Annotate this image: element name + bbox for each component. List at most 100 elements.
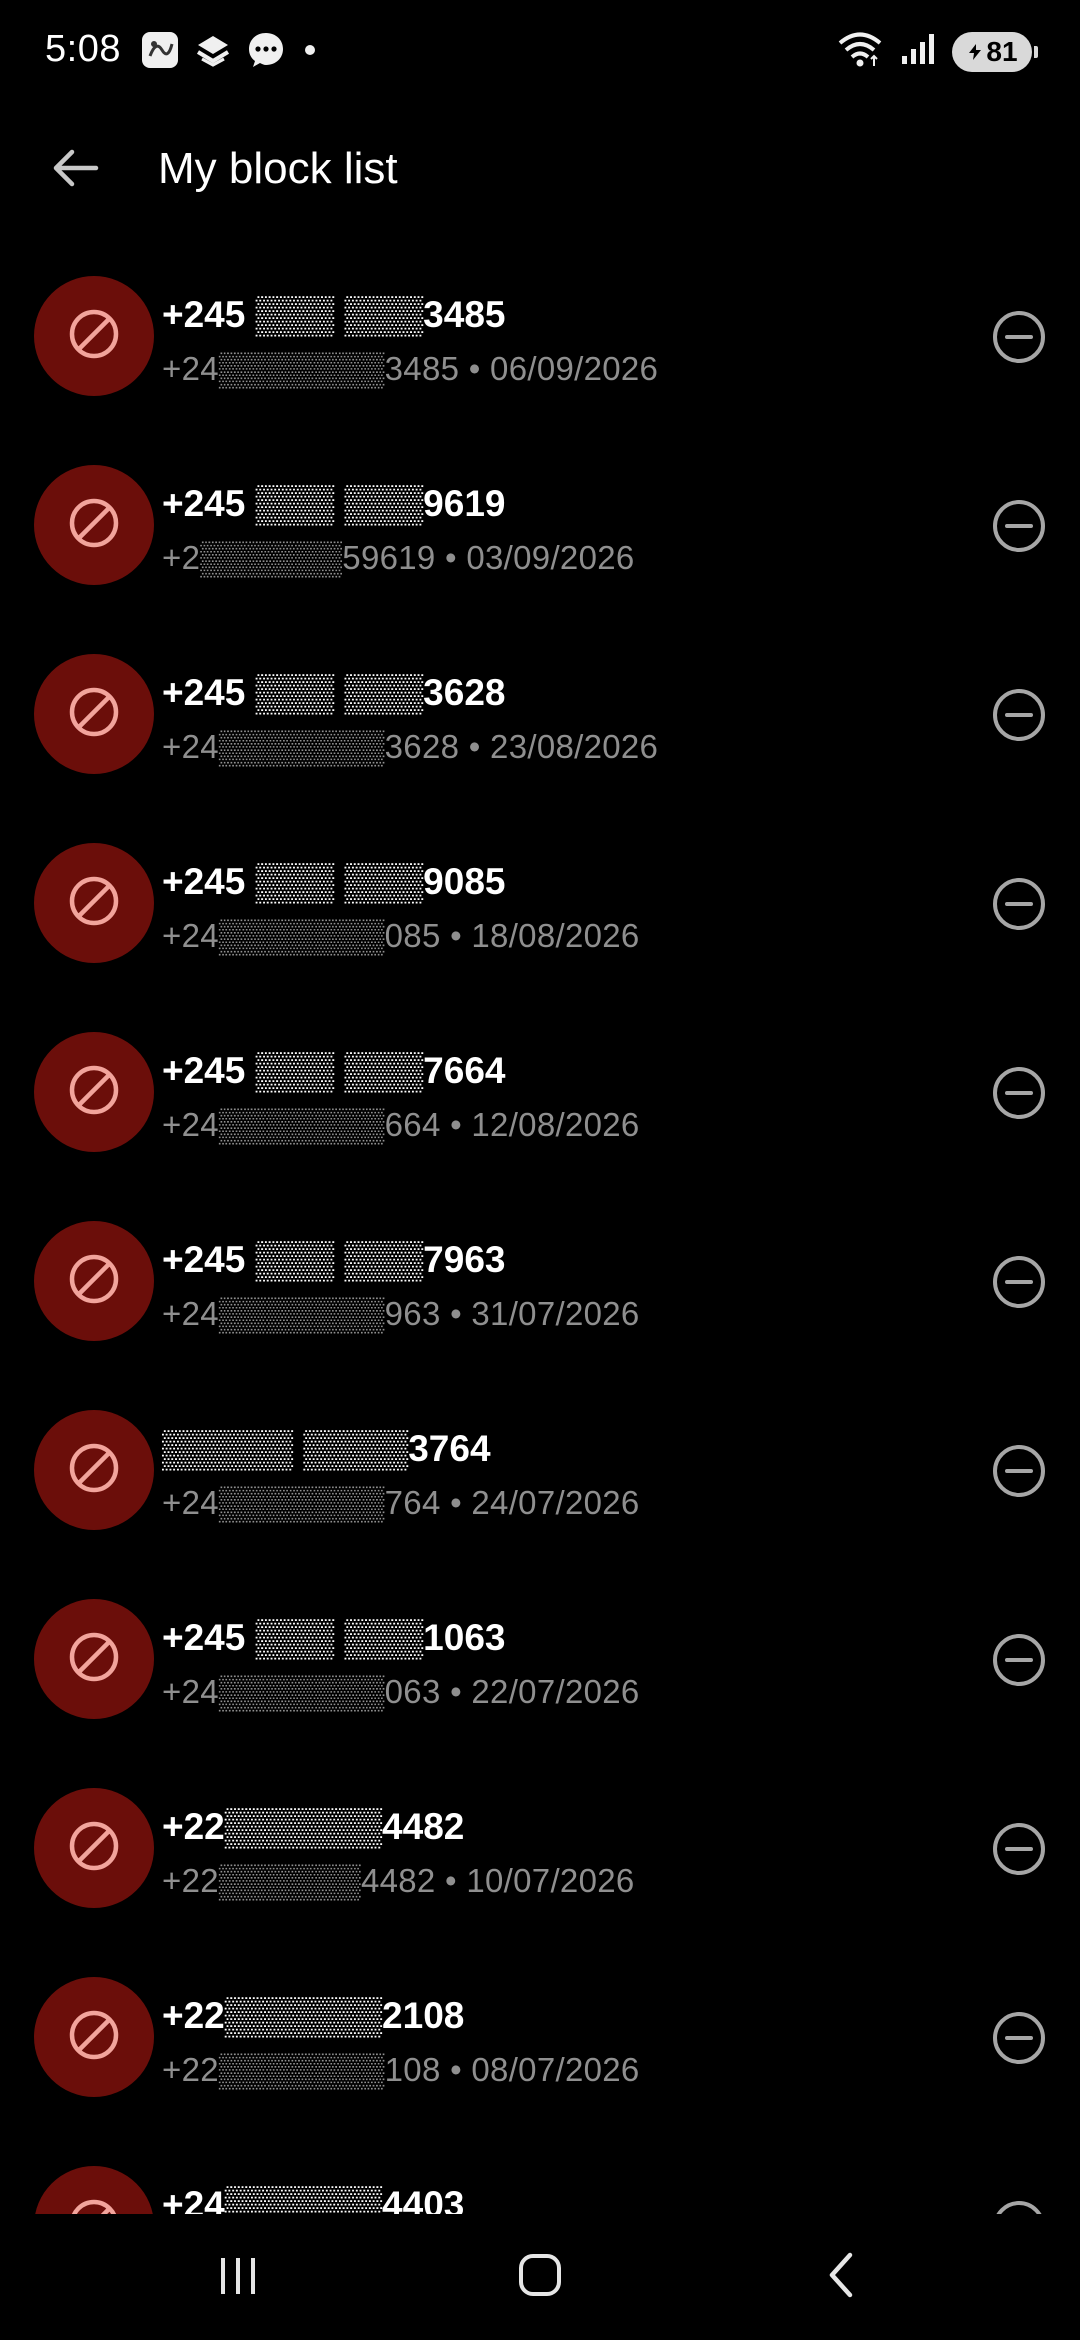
block-icon bbox=[64, 682, 124, 747]
blocked-avatar bbox=[34, 1977, 154, 2097]
unblock-button[interactable] bbox=[984, 871, 1054, 941]
blocked-number-row[interactable]: +245 ▒▒▒ ▒▒▒1063 +24▒▒▒▒▒▒▒063 • 22/07/20… bbox=[0, 1567, 1080, 1756]
blocked-number-row[interactable]: +245 ▒▒▒ ▒▒▒7664 +24▒▒▒▒▒▒▒664 • 12/08/20… bbox=[0, 1000, 1080, 1189]
cellular-signal-icon bbox=[898, 30, 938, 73]
unblock-button[interactable] bbox=[984, 2005, 1054, 2075]
unblock-button[interactable] bbox=[984, 493, 1054, 563]
blocked-number-row[interactable]: +245 ▒▒▒ ▒▒▒3628 +24▒▒▒▒▒▒▒3628 • 23/08/2… bbox=[0, 622, 1080, 811]
status-notification-icons bbox=[140, 30, 320, 75]
remove-circle-icon bbox=[991, 1443, 1047, 1504]
blocked-number: +22▒▒▒▒▒▒2108 bbox=[162, 1995, 465, 2036]
block-icon bbox=[64, 2005, 124, 2070]
unblock-button[interactable] bbox=[984, 682, 1054, 752]
blocked-number: +22▒▒▒▒▒▒4482 bbox=[162, 1806, 465, 1847]
app-header: My block list bbox=[0, 120, 1080, 220]
blocked-number-row[interactable]: +22▒▒▒▒▒▒2108 +22▒▒▒▒▒▒▒108 • 08/07/2026 bbox=[0, 1945, 1080, 2134]
remove-circle-icon bbox=[991, 687, 1047, 748]
arrow-left-icon bbox=[50, 146, 100, 195]
blocked-number-detail: +24▒▒▒▒▒▒▒664 • 12/08/2026 bbox=[162, 1106, 640, 1143]
blocked-number-detail: +22▒▒▒▒▒▒▒108 • 08/07/2026 bbox=[162, 2051, 640, 2088]
block-icon bbox=[64, 1249, 124, 1314]
block-icon bbox=[64, 1627, 124, 1692]
unblock-button[interactable] bbox=[984, 1816, 1054, 1886]
battery-level: 81 bbox=[986, 35, 1018, 67]
blocked-number: +245 ▒▒▒ ▒▒▒3485 bbox=[162, 294, 506, 335]
remove-circle-icon bbox=[991, 498, 1047, 559]
remove-circle-icon bbox=[991, 2199, 1047, 2214]
blocked-avatar bbox=[34, 654, 154, 774]
dot-indicator-icon bbox=[300, 40, 320, 65]
remove-circle-icon bbox=[991, 1254, 1047, 1315]
blocked-number-detail: +24▒▒▒▒▒▒▒063 • 22/07/2026 bbox=[162, 1673, 640, 1710]
remove-circle-icon bbox=[991, 2010, 1047, 2071]
blocked-avatar bbox=[34, 1221, 154, 1341]
remove-circle-icon bbox=[991, 876, 1047, 937]
unblock-button[interactable] bbox=[984, 2194, 1054, 2214]
navigation-bar bbox=[0, 2214, 1080, 2340]
system-back-button[interactable] bbox=[797, 2242, 887, 2312]
block-icon bbox=[64, 304, 124, 369]
unblock-button[interactable] bbox=[984, 1438, 1054, 1508]
block-icon bbox=[64, 871, 124, 936]
blocked-number: +245 ▒▒▒ ▒▒▒9085 bbox=[162, 861, 506, 902]
block-icon bbox=[64, 1438, 124, 1503]
battery-icon: 81 bbox=[952, 31, 1038, 72]
blocked-number-row[interactable]: +245 ▒▒▒ ▒▒▒7963 +24▒▒▒▒▒▒▒963 • 31/07/20… bbox=[0, 1189, 1080, 1378]
blocked-number: +245 ▒▒▒ ▒▒▒3628 bbox=[162, 672, 506, 713]
block-list[interactable]: +245 ▒▒▒ ▒▒▒3485 +24▒▒▒▒▒▒▒3485 • 06/09/2… bbox=[0, 244, 1080, 2214]
blocked-avatar bbox=[34, 276, 154, 396]
blocked-number: +24▒▒▒▒▒▒4403 bbox=[162, 2184, 465, 2214]
blocked-avatar bbox=[34, 2166, 154, 2214]
blocked-number: +245 ▒▒▒ ▒▒▒1063 bbox=[162, 1617, 506, 1658]
blocked-number-detail: +24▒▒▒▒▒▒▒3485 • 06/09/2026 bbox=[162, 350, 659, 387]
unblock-button[interactable] bbox=[984, 1249, 1054, 1319]
messages-app-icon bbox=[246, 30, 286, 75]
back-button[interactable] bbox=[40, 140, 110, 200]
layers-app-icon bbox=[194, 31, 232, 74]
status-time: 5:08 bbox=[45, 28, 121, 70]
blocked-number: +245 ▒▒▒ ▒▒▒9619 bbox=[162, 483, 506, 524]
blocked-number-detail: +24▒▒▒▒▒▒▒085 • 18/08/2026 bbox=[162, 917, 640, 954]
block-icon bbox=[64, 493, 124, 558]
blocked-avatar bbox=[34, 1599, 154, 1719]
blocked-number-row[interactable]: +245 ▒▒▒ ▒▒▒9619 +2▒▒▒▒▒▒59619 • 03/09/20… bbox=[0, 433, 1080, 622]
blocked-avatar bbox=[34, 1788, 154, 1908]
blocked-number: +245 ▒▒▒ ▒▒▒7664 bbox=[162, 1050, 506, 1091]
block-icon bbox=[64, 1060, 124, 1125]
blocked-number-row[interactable]: +24▒▒▒▒▒▒4403 bbox=[0, 2134, 1080, 2214]
blocked-number: +245 ▒▒▒ ▒▒▒7963 bbox=[162, 1239, 506, 1280]
block-icon bbox=[64, 2194, 124, 2214]
status-bar: 5:08 81 bbox=[0, 0, 1080, 105]
blocked-number-row[interactable]: ▒▒▒▒▒ ▒▒▒▒3764 +24▒▒▒▒▒▒▒764 • 24/07/2026 bbox=[0, 1378, 1080, 1567]
home-icon bbox=[516, 2251, 564, 2304]
blocked-avatar bbox=[34, 1032, 154, 1152]
remove-circle-icon bbox=[991, 1821, 1047, 1882]
remove-circle-icon bbox=[991, 1065, 1047, 1126]
back-icon bbox=[822, 2251, 862, 2304]
unblock-button[interactable] bbox=[984, 1627, 1054, 1697]
remove-circle-icon bbox=[991, 1632, 1047, 1693]
blocked-number-detail: +24▒▒▒▒▒▒▒3628 • 23/08/2026 bbox=[162, 728, 659, 765]
unblock-button[interactable] bbox=[984, 1060, 1054, 1130]
unblock-button[interactable] bbox=[984, 304, 1054, 374]
home-button[interactable] bbox=[495, 2242, 585, 2312]
page-title: My block list bbox=[158, 144, 398, 193]
blocked-number: ▒▒▒▒▒ ▒▒▒▒3764 bbox=[162, 1428, 491, 1469]
remove-circle-icon bbox=[991, 309, 1047, 370]
notification-app-icon bbox=[140, 30, 180, 75]
blocked-number-row[interactable]: +245 ▒▒▒ ▒▒▒9085 +24▒▒▒▒▒▒▒085 • 18/08/20… bbox=[0, 811, 1080, 1000]
blocked-number-detail: +24▒▒▒▒▒▒▒764 • 24/07/2026 bbox=[162, 1484, 640, 1521]
blocked-avatar bbox=[34, 465, 154, 585]
block-icon bbox=[64, 1816, 124, 1881]
blocked-number-detail: +2▒▒▒▒▒▒59619 • 03/09/2026 bbox=[162, 539, 635, 576]
blocked-avatar bbox=[34, 843, 154, 963]
blocked-number-row[interactable]: +22▒▒▒▒▒▒4482 +22▒▒▒▒▒▒4482 • 10/07/2026 bbox=[0, 1756, 1080, 1945]
status-system-icons: 81 bbox=[836, 30, 1038, 73]
blocked-number-row[interactable]: +245 ▒▒▒ ▒▒▒3485 +24▒▒▒▒▒▒▒3485 • 06/09/2… bbox=[0, 244, 1080, 433]
blocked-number-detail: +22▒▒▒▒▒▒4482 • 10/07/2026 bbox=[162, 1862, 635, 1899]
recents-icon bbox=[215, 2254, 261, 2301]
blocked-avatar bbox=[34, 1410, 154, 1530]
blocked-number-detail: +24▒▒▒▒▒▒▒963 • 31/07/2026 bbox=[162, 1295, 640, 1332]
recents-button[interactable] bbox=[193, 2242, 283, 2312]
wifi-icon bbox=[836, 30, 884, 73]
